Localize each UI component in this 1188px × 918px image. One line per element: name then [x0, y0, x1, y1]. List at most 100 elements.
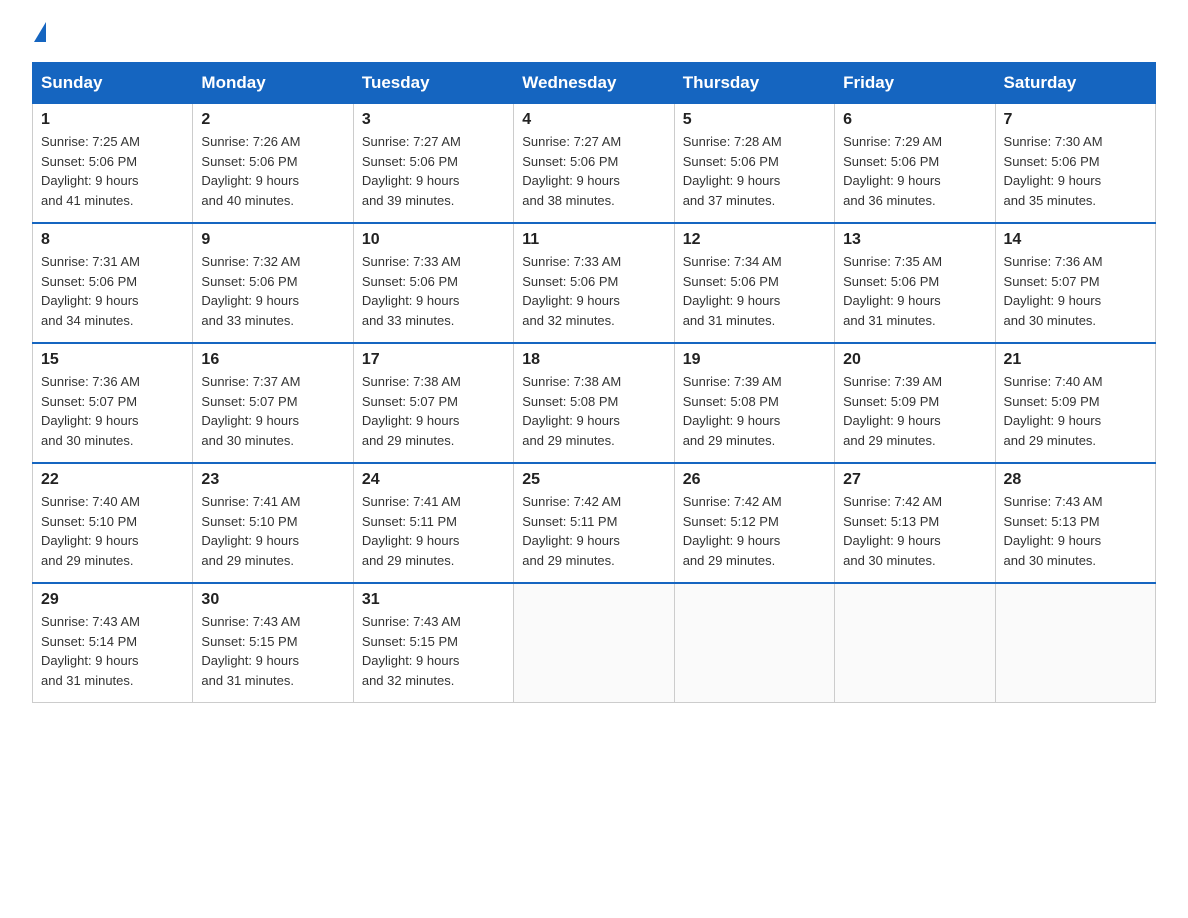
- calendar-cell: 25 Sunrise: 7:42 AMSunset: 5:11 PMDayligh…: [514, 463, 674, 583]
- day-info: Sunrise: 7:27 AMSunset: 5:06 PMDaylight:…: [362, 132, 505, 210]
- day-info: Sunrise: 7:41 AMSunset: 5:11 PMDaylight:…: [362, 492, 505, 570]
- day-number: 26: [683, 471, 826, 489]
- day-info: Sunrise: 7:38 AMSunset: 5:07 PMDaylight:…: [362, 372, 505, 450]
- calendar-cell: 28 Sunrise: 7:43 AMSunset: 5:13 PMDayligh…: [995, 463, 1155, 583]
- calendar-cell: 8 Sunrise: 7:31 AMSunset: 5:06 PMDaylight…: [33, 223, 193, 343]
- calendar-cell: 13 Sunrise: 7:35 AMSunset: 5:06 PMDayligh…: [835, 223, 995, 343]
- day-number: 15: [41, 351, 184, 369]
- calendar-cell: 3 Sunrise: 7:27 AMSunset: 5:06 PMDaylight…: [353, 104, 513, 224]
- day-info: Sunrise: 7:42 AMSunset: 5:13 PMDaylight:…: [843, 492, 986, 570]
- calendar-cell: 12 Sunrise: 7:34 AMSunset: 5:06 PMDayligh…: [674, 223, 834, 343]
- day-number: 11: [522, 231, 665, 249]
- day-info: Sunrise: 7:35 AMSunset: 5:06 PMDaylight:…: [843, 252, 986, 330]
- calendar-cell: 9 Sunrise: 7:32 AMSunset: 5:06 PMDaylight…: [193, 223, 353, 343]
- day-info: Sunrise: 7:36 AMSunset: 5:07 PMDaylight:…: [41, 372, 184, 450]
- day-info: Sunrise: 7:43 AMSunset: 5:13 PMDaylight:…: [1004, 492, 1147, 570]
- day-info: Sunrise: 7:37 AMSunset: 5:07 PMDaylight:…: [201, 372, 344, 450]
- day-number: 2: [201, 111, 344, 129]
- calendar-cell: 29 Sunrise: 7:43 AMSunset: 5:14 PMDayligh…: [33, 583, 193, 703]
- calendar-week-row: 29 Sunrise: 7:43 AMSunset: 5:14 PMDayligh…: [33, 583, 1156, 703]
- day-number: 18: [522, 351, 665, 369]
- calendar-week-row: 15 Sunrise: 7:36 AMSunset: 5:07 PMDayligh…: [33, 343, 1156, 463]
- col-header-saturday: Saturday: [995, 63, 1155, 104]
- day-info: Sunrise: 7:33 AMSunset: 5:06 PMDaylight:…: [362, 252, 505, 330]
- col-header-wednesday: Wednesday: [514, 63, 674, 104]
- calendar-cell: 21 Sunrise: 7:40 AMSunset: 5:09 PMDayligh…: [995, 343, 1155, 463]
- calendar-cell: 26 Sunrise: 7:42 AMSunset: 5:12 PMDayligh…: [674, 463, 834, 583]
- day-number: 22: [41, 471, 184, 489]
- day-number: 23: [201, 471, 344, 489]
- day-number: 21: [1004, 351, 1147, 369]
- day-number: 3: [362, 111, 505, 129]
- calendar-week-row: 1 Sunrise: 7:25 AMSunset: 5:06 PMDaylight…: [33, 104, 1156, 224]
- day-info: Sunrise: 7:43 AMSunset: 5:14 PMDaylight:…: [41, 612, 184, 690]
- calendar-cell: [514, 583, 674, 703]
- day-number: 17: [362, 351, 505, 369]
- calendar-cell: [835, 583, 995, 703]
- logo: [32, 24, 48, 44]
- day-info: Sunrise: 7:42 AMSunset: 5:11 PMDaylight:…: [522, 492, 665, 570]
- day-info: Sunrise: 7:41 AMSunset: 5:10 PMDaylight:…: [201, 492, 344, 570]
- col-header-thursday: Thursday: [674, 63, 834, 104]
- day-info: Sunrise: 7:42 AMSunset: 5:12 PMDaylight:…: [683, 492, 826, 570]
- day-number: 25: [522, 471, 665, 489]
- day-number: 27: [843, 471, 986, 489]
- day-number: 24: [362, 471, 505, 489]
- calendar-cell: 31 Sunrise: 7:43 AMSunset: 5:15 PMDayligh…: [353, 583, 513, 703]
- day-number: 13: [843, 231, 986, 249]
- day-info: Sunrise: 7:28 AMSunset: 5:06 PMDaylight:…: [683, 132, 826, 210]
- calendar-cell: 14Sunrise: 7:36 AMSunset: 5:07 PMDayligh…: [995, 223, 1155, 343]
- calendar-cell: 22Sunrise: 7:40 AMSunset: 5:10 PMDayligh…: [33, 463, 193, 583]
- day-number: 20: [843, 351, 986, 369]
- calendar-cell: 11 Sunrise: 7:33 AMSunset: 5:06 PMDayligh…: [514, 223, 674, 343]
- day-number: 9: [201, 231, 344, 249]
- calendar-cell: 6 Sunrise: 7:29 AMSunset: 5:06 PMDaylight…: [835, 104, 995, 224]
- day-info: Sunrise: 7:26 AMSunset: 5:06 PMDaylight:…: [201, 132, 344, 210]
- day-info: Sunrise: 7:31 AMSunset: 5:06 PMDaylight:…: [41, 252, 184, 330]
- day-number: 7: [1004, 111, 1147, 129]
- calendar-cell: 7 Sunrise: 7:30 AMSunset: 5:06 PMDaylight…: [995, 104, 1155, 224]
- day-number: 4: [522, 111, 665, 129]
- day-info: Sunrise: 7:43 AMSunset: 5:15 PMDaylight:…: [201, 612, 344, 690]
- day-info: Sunrise: 7:39 AMSunset: 5:09 PMDaylight:…: [843, 372, 986, 450]
- day-number: 12: [683, 231, 826, 249]
- day-number: 31: [362, 591, 505, 609]
- calendar-table: SundayMondayTuesdayWednesdayThursdayFrid…: [32, 62, 1156, 703]
- calendar-cell: 19Sunrise: 7:39 AMSunset: 5:08 PMDayligh…: [674, 343, 834, 463]
- calendar-cell: 2 Sunrise: 7:26 AMSunset: 5:06 PMDaylight…: [193, 104, 353, 224]
- calendar-cell: 30Sunrise: 7:43 AMSunset: 5:15 PMDayligh…: [193, 583, 353, 703]
- day-info: Sunrise: 7:27 AMSunset: 5:06 PMDaylight:…: [522, 132, 665, 210]
- calendar-cell: 15 Sunrise: 7:36 AMSunset: 5:07 PMDayligh…: [33, 343, 193, 463]
- day-info: Sunrise: 7:36 AMSunset: 5:07 PMDaylight:…: [1004, 252, 1147, 330]
- col-header-sunday: Sunday: [33, 63, 193, 104]
- calendar-cell: 10 Sunrise: 7:33 AMSunset: 5:06 PMDayligh…: [353, 223, 513, 343]
- day-info: Sunrise: 7:32 AMSunset: 5:06 PMDaylight:…: [201, 252, 344, 330]
- calendar-header-row: SundayMondayTuesdayWednesdayThursdayFrid…: [33, 63, 1156, 104]
- col-header-tuesday: Tuesday: [353, 63, 513, 104]
- day-number: 5: [683, 111, 826, 129]
- day-info: Sunrise: 7:33 AMSunset: 5:06 PMDaylight:…: [522, 252, 665, 330]
- calendar-cell: 5 Sunrise: 7:28 AMSunset: 5:06 PMDaylight…: [674, 104, 834, 224]
- calendar-cell: 1 Sunrise: 7:25 AMSunset: 5:06 PMDaylight…: [33, 104, 193, 224]
- calendar-week-row: 8 Sunrise: 7:31 AMSunset: 5:06 PMDaylight…: [33, 223, 1156, 343]
- calendar-cell: 16 Sunrise: 7:37 AMSunset: 5:07 PMDayligh…: [193, 343, 353, 463]
- day-info: Sunrise: 7:38 AMSunset: 5:08 PMDaylight:…: [522, 372, 665, 450]
- day-number: 8: [41, 231, 184, 249]
- calendar-cell: 4 Sunrise: 7:27 AMSunset: 5:06 PMDaylight…: [514, 104, 674, 224]
- logo-icon: [34, 22, 46, 42]
- day-info: Sunrise: 7:40 AMSunset: 5:09 PMDaylight:…: [1004, 372, 1147, 450]
- day-info: Sunrise: 7:25 AMSunset: 5:06 PMDaylight:…: [41, 132, 184, 210]
- day-info: Sunrise: 7:43 AMSunset: 5:15 PMDaylight:…: [362, 612, 505, 690]
- calendar-cell: 27 Sunrise: 7:42 AMSunset: 5:13 PMDayligh…: [835, 463, 995, 583]
- day-number: 6: [843, 111, 986, 129]
- day-info: Sunrise: 7:29 AMSunset: 5:06 PMDaylight:…: [843, 132, 986, 210]
- day-number: 10: [362, 231, 505, 249]
- day-number: 1: [41, 111, 184, 129]
- calendar-cell: 20 Sunrise: 7:39 AMSunset: 5:09 PMDayligh…: [835, 343, 995, 463]
- day-number: 29: [41, 591, 184, 609]
- day-number: 28: [1004, 471, 1147, 489]
- day-info: Sunrise: 7:34 AMSunset: 5:06 PMDaylight:…: [683, 252, 826, 330]
- calendar-cell: [995, 583, 1155, 703]
- day-number: 16: [201, 351, 344, 369]
- day-info: Sunrise: 7:30 AMSunset: 5:06 PMDaylight:…: [1004, 132, 1147, 210]
